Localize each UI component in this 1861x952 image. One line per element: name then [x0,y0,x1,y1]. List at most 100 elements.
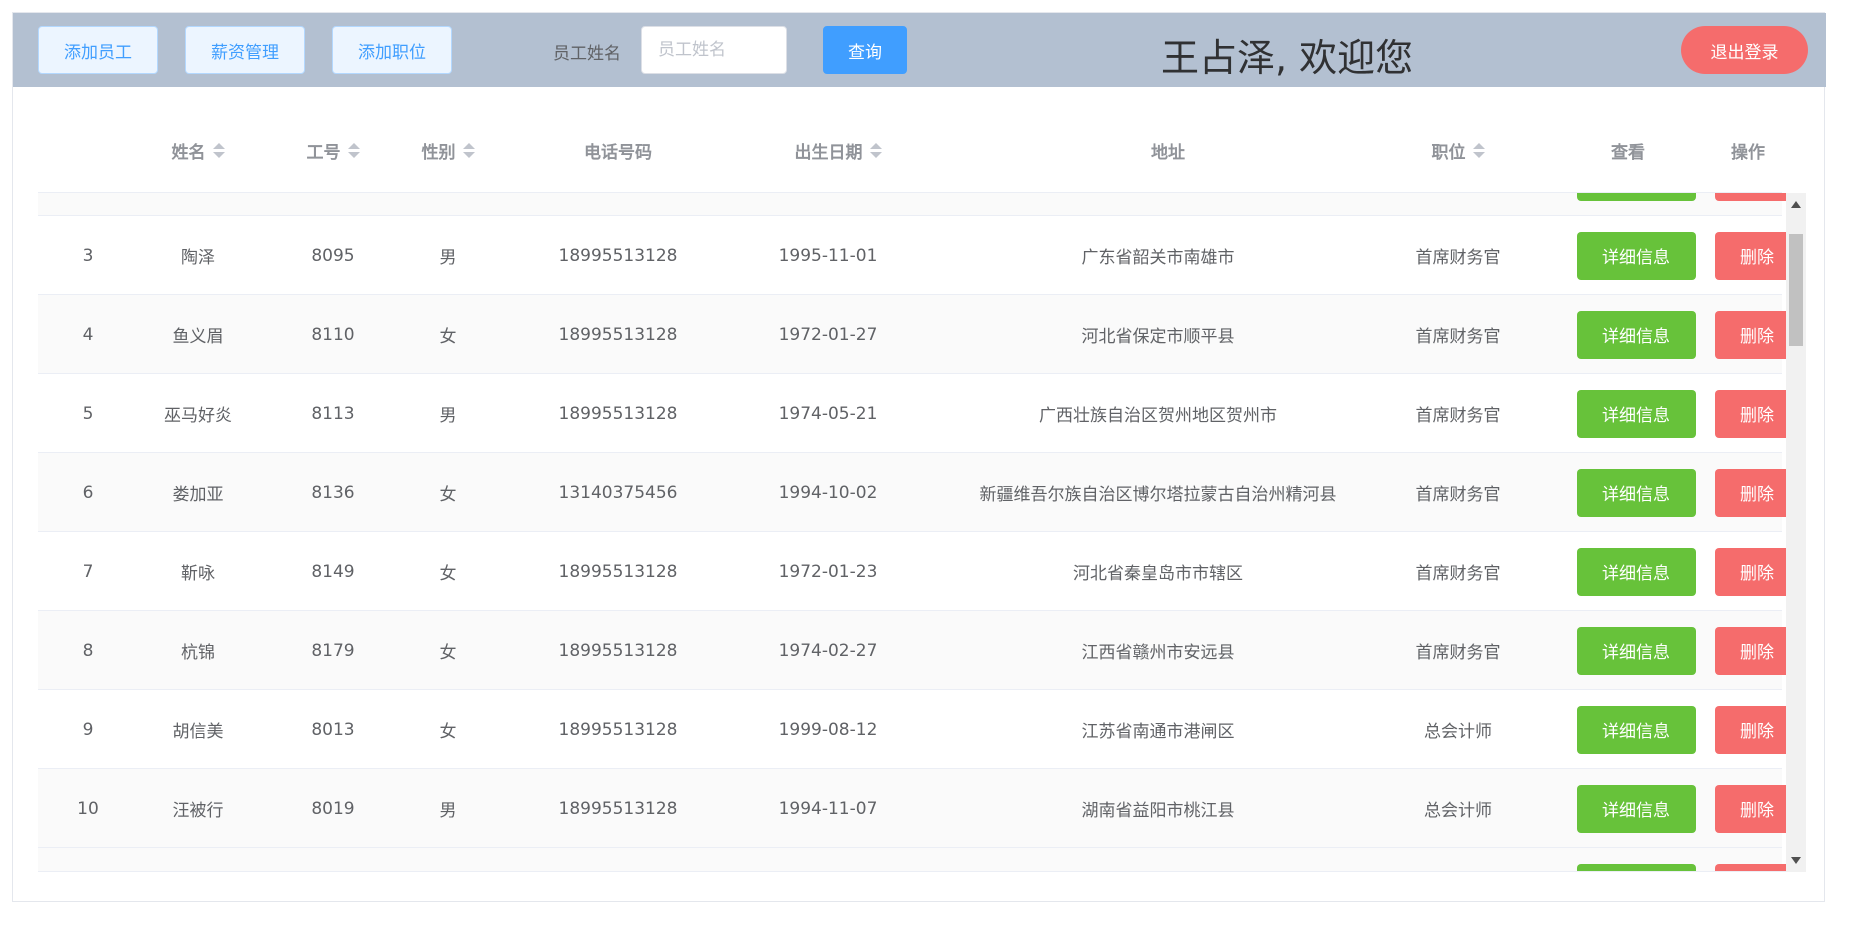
index-cell: 10 [77,798,99,819]
column-header-label: 地址 [1151,142,1185,163]
address-cell: 河北省保定市顺平县 [1081,327,1235,347]
detail-button[interactable]: 详细信息 [1576,231,1696,280]
phone-cell: 18995513128 [558,245,678,266]
column-header-label: 出生日期 [794,142,863,163]
employee-table: 姓名 工号 性别 电话号码 出生日期 地址 职位 查看 操作 3 陶泽 8095… [38,107,1806,872]
index-cell: 8 [82,640,94,661]
table-row-partial-bottom [38,848,1800,871]
scroll-up-icon[interactable] [1791,201,1801,208]
detail-cell: 详细信息 [1566,295,1706,374]
header-bar: 添加员工 薪资管理 添加职位 员工姓名 查询 王占泽, 欢迎您 退出登录 [13,13,1826,87]
table-row: 6 娄加亚 8136 女 13140375456 1994-10-02 新疆维吾尔族自治区博… [38,453,1800,532]
table-row: 7 靳咏 8149 女 18995513128 1972-01-23 河北省秦皇岛市市辖区 首… [38,532,1800,611]
sort-caret-icon[interactable] [869,142,882,158]
detail-button[interactable] [1576,863,1696,871]
address-cell: 湖南省益阳市桃江县 [1081,801,1235,821]
table-scrollbar[interactable] [1786,193,1806,872]
name-cell: 胡信美 [172,722,224,742]
birth-cell: 1974-02-27 [778,640,878,661]
birth-cell: 1974-05-21 [778,403,878,424]
query-button[interactable]: 查询 [823,26,907,74]
salary-management-button[interactable]: 薪资管理 [185,26,305,74]
add-position-button[interactable]: 添加职位 [332,26,452,74]
position-cell: 首席财务官 [1415,327,1501,347]
column-header-phone: 电话号码 [518,107,718,193]
column-header-birth[interactable]: 出生日期 [728,107,948,193]
sort-caret-icon[interactable] [1472,142,1485,158]
position-cell: 总会计师 [1424,801,1492,821]
address-cell: 广东省韶关市南雄市 [1081,248,1235,268]
logout-button[interactable]: 退出登录 [1681,26,1808,74]
birth-cell: 1994-10-02 [778,482,878,503]
index-cell: 7 [82,561,94,582]
name-cell: 靳咏 [181,564,215,584]
column-header-emp-no[interactable]: 工号 [278,107,388,193]
emp-no-cell: 8113 [311,403,355,424]
sort-caret-icon[interactable] [347,142,360,158]
detail-cell: 详细信息 [1566,769,1706,848]
column-header-position[interactable]: 职位 [1358,107,1558,193]
gender-cell: 女 [439,327,457,347]
sort-caret-icon[interactable] [462,142,475,158]
sort-caret-icon[interactable] [212,142,225,158]
index-cell: 4 [82,324,94,345]
phone-cell: 18995513128 [558,640,678,661]
name-cell: 杭锦 [181,643,215,663]
detail-button[interactable]: 详细信息 [1576,468,1696,517]
detail-cell: 详细信息 [1566,453,1706,532]
add-employee-button[interactable]: 添加员工 [38,26,158,74]
position-cell: 首席财务官 [1415,248,1501,268]
detail-button[interactable]: 详细信息 [1576,626,1696,675]
column-header-gender[interactable]: 性别 [398,107,498,193]
column-header-label: 性别 [421,142,456,163]
column-header-name[interactable]: 姓名 [128,107,268,193]
table-row: 5 巫马好炎 8113 男 18995513128 1974-05-21 广西壮族自治区贺州… [38,374,1800,453]
detail-button[interactable]: 详细信息 [1576,310,1696,359]
gender-cell: 男 [439,248,457,268]
name-cell: 鱼义眉 [172,327,224,347]
gender-cell: 女 [439,722,457,742]
detail-button[interactable]: 详细信息 [1576,705,1696,754]
index-cell: 9 [82,719,94,740]
table-row: 3 陶泽 8095 男 18995513128 1995-11-01 广东省韶关市南雄市 首席… [38,216,1800,295]
phone-cell: 18995513128 [558,403,678,424]
table-row: 4 鱼义眉 8110 女 18995513128 1972-01-27 河北省保定市顺平县 首… [38,295,1800,374]
detail-button[interactable] [1576,193,1696,201]
detail-button[interactable]: 详细信息 [1576,547,1696,596]
table-body[interactable]: 3 陶泽 8095 男 18995513128 1995-11-01 广东省韶关市南雄市 首席… [38,193,1806,872]
position-cell: 首席财务官 [1415,485,1501,505]
phone-cell: 18995513128 [558,798,678,819]
birth-cell: 1972-01-23 [778,561,878,582]
app-container: 添加员工 薪资管理 添加职位 员工姓名 查询 王占泽, 欢迎您 退出登录 姓名 … [12,12,1826,902]
phone-cell: 18995513128 [558,719,678,740]
phone-cell: 13140375456 [558,482,678,503]
detail-button[interactable]: 详细信息 [1576,389,1696,438]
emp-no-cell: 8110 [311,324,355,345]
table-row: 10 汪被行 8019 男 18995513128 1994-11-07 湖南省益阳市桃江县… [38,769,1800,848]
column-header-label: 职位 [1431,142,1466,163]
column-header-label: 姓名 [171,142,206,163]
detail-cell [1566,193,1706,216]
emp-no-cell: 8179 [311,640,355,661]
name-cell: 陶泽 [181,248,215,268]
position-cell: 首席财务官 [1415,643,1501,663]
column-header-address: 地址 [958,107,1378,193]
name-cell: 汪被行 [172,801,224,821]
birth-cell: 1995-11-01 [778,245,878,266]
search-input[interactable] [641,26,787,74]
scroll-down-icon[interactable] [1791,857,1801,864]
column-header-view: 查看 [1548,107,1708,193]
detail-button[interactable]: 详细信息 [1576,784,1696,833]
table-body-rows: 3 陶泽 8095 男 18995513128 1995-11-01 广东省韶关市南雄市 首席… [38,193,1800,871]
index-cell: 5 [82,403,94,424]
address-cell: 新疆维吾尔族自治区博尔塔拉蒙古自治州精河县 [979,485,1337,505]
scroll-thumb[interactable] [1789,234,1803,346]
position-cell: 首席财务官 [1415,564,1501,584]
column-header-label: 电话号码 [584,142,652,163]
gender-cell: 女 [439,485,457,505]
emp-no-cell: 8019 [311,798,355,819]
index-cell: 3 [82,245,94,266]
emp-no-cell: 8149 [311,561,355,582]
name-cell: 娄加亚 [172,485,224,505]
phone-cell: 18995513128 [558,324,678,345]
